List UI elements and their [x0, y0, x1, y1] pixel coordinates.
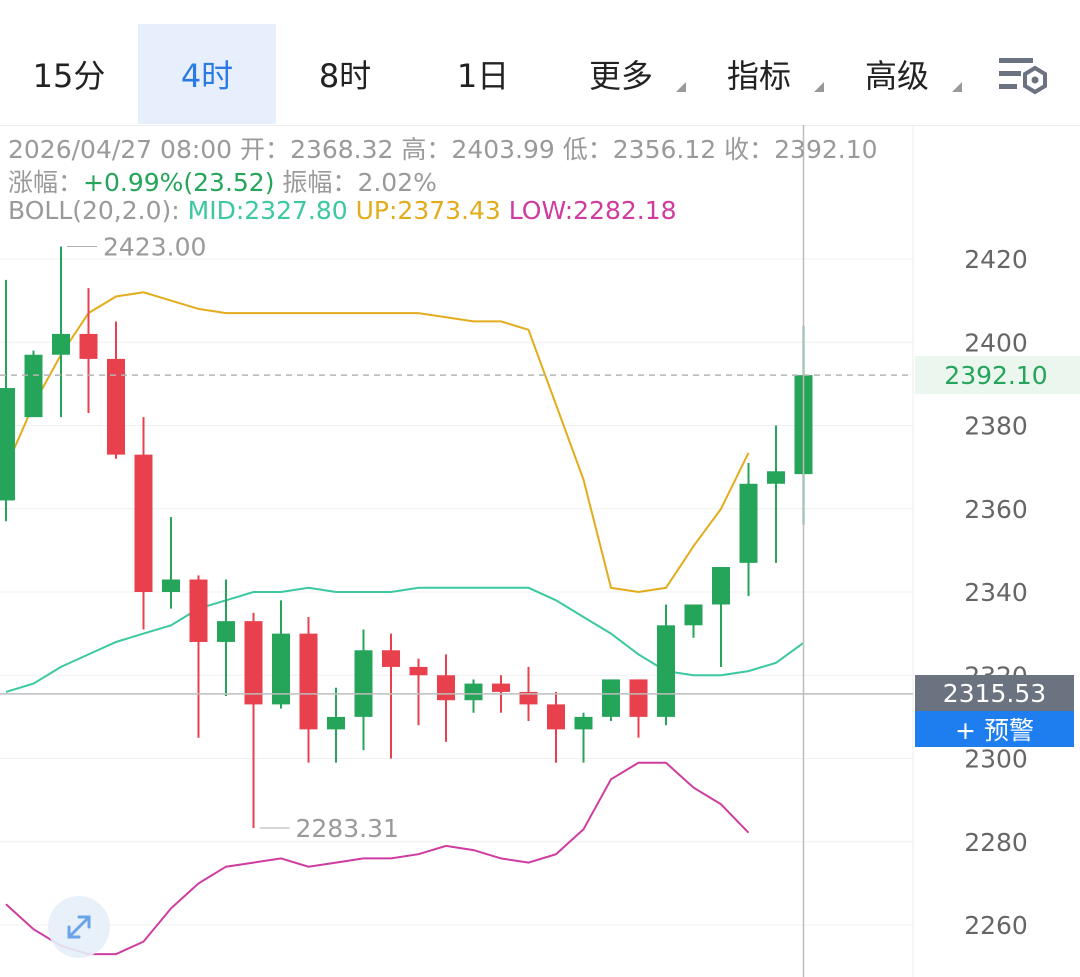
candle-body	[602, 679, 620, 717]
info-high-label: 高：	[401, 135, 452, 164]
candle-body	[162, 579, 180, 592]
y-tick-label: 2260	[964, 911, 1028, 940]
boll-up-label: UP:	[355, 196, 398, 225]
info-close-label: 收：	[724, 135, 775, 164]
candle-body	[52, 333, 70, 355]
boll-low-label: LOW:	[508, 196, 574, 225]
y-tick-label: 2380	[964, 412, 1028, 441]
candle-body	[684, 604, 703, 626]
info-change: +0.99%(23.52)	[83, 168, 275, 197]
min-price-label: 2283.31	[296, 814, 399, 843]
candle-body	[739, 483, 758, 563]
price-alert-button[interactable]: + 预警	[915, 711, 1074, 747]
candle-body	[217, 621, 235, 642]
y-tick-label: 2420	[964, 245, 1028, 274]
boll-info-line: BOLL(20,2.0): MID:2327.80 UP:2373.43 LOW…	[8, 196, 677, 225]
max-price-label: 2423.00	[103, 233, 206, 262]
candle-body	[657, 625, 675, 717]
boll-mid-label: MID:	[187, 196, 245, 225]
ohlc-info-line: 2026/04/27 08:00 开：2368.32 高：2403.99 低：2…	[8, 130, 878, 166]
current-price-label: 2392.10	[944, 361, 1047, 390]
candle-body	[629, 679, 648, 717]
candle-body	[134, 454, 153, 592]
info-amplitude-label: 振幅：	[282, 168, 358, 197]
info-high: 2403.99	[451, 135, 555, 164]
boll-up-value: 2373.43	[397, 196, 501, 225]
candle-body	[574, 716, 593, 730]
candle-body	[107, 358, 125, 455]
candle-body	[354, 650, 373, 717]
info-change-label: 涨幅：	[8, 168, 84, 197]
boll-mid-value: 2327.80	[244, 196, 348, 225]
candle-body	[244, 621, 263, 705]
boll-mid-line	[5, 586, 805, 693]
y-tick-label: 2340	[964, 578, 1028, 607]
info-open: 2368.32	[290, 135, 394, 164]
y-tick-label: 2360	[964, 495, 1028, 524]
candle-body	[0, 388, 15, 501]
expand-icon[interactable]	[48, 896, 110, 958]
boll-low-value: 2282.18	[573, 196, 677, 225]
info-close: 2392.10	[774, 135, 878, 164]
candle-body	[409, 666, 428, 676]
change-info-line: 涨幅：+0.99%(23.52) 振幅：2.02%	[8, 163, 437, 199]
candle-body	[767, 471, 785, 484]
info-low: 2356.12	[612, 135, 717, 164]
crosshair-price-label: 2315.53	[915, 675, 1074, 711]
candle-body	[464, 683, 483, 701]
candle-body	[382, 650, 400, 667]
y-tick-label: 2400	[964, 328, 1028, 357]
candle-body	[492, 683, 510, 692]
candle-body	[79, 333, 98, 359]
candle-body	[547, 704, 565, 730]
y-tick-label: 2280	[964, 828, 1028, 857]
info-amplitude: 2.02%	[357, 168, 437, 197]
info-low-label: 低：	[562, 135, 613, 164]
candle-body	[437, 675, 455, 701]
candle-body	[24, 354, 43, 418]
boll-label: BOLL(20,2.0):	[8, 196, 180, 225]
candle-body	[712, 567, 730, 605]
candle-body	[327, 716, 345, 730]
info-datetime: 2026/04/27 08:00	[8, 135, 233, 164]
candle-body	[189, 579, 208, 642]
candle-body	[299, 633, 318, 730]
info-open-label: 开：	[240, 135, 291, 164]
y-tick-label: 2300	[964, 745, 1028, 774]
